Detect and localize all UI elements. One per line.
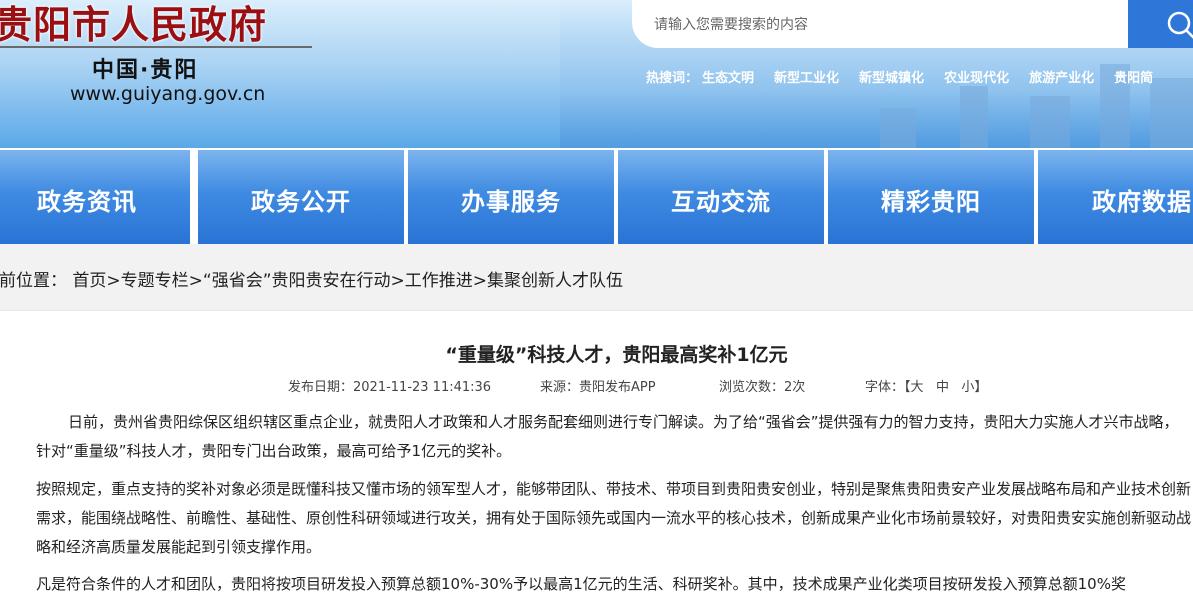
site-logo-title[interactable]: 贵阳市人民政府 xyxy=(0,0,267,49)
publish-date: 发布日期：2021-11-23 11:41:36 xyxy=(288,380,492,395)
hot-term-link[interactable]: 旅游产业化 xyxy=(1029,71,1094,86)
search-icon xyxy=(1167,11,1193,39)
nav-item-services[interactable]: 办事服务 xyxy=(408,150,614,244)
site-header: 贵阳市人民政府 中国·贵阳 www.guiyang.gov.cn 热搜词：生态文… xyxy=(0,0,1193,148)
nav-item-interaction[interactable]: 互动交流 xyxy=(618,150,824,244)
building-silhouette xyxy=(1030,96,1070,148)
font-small-button[interactable]: 小 xyxy=(961,380,974,395)
building-silhouette xyxy=(960,86,988,148)
nav-item-government-data[interactable]: 政府数据 xyxy=(1038,150,1193,244)
article-source: 来源：贵阳发布APP xyxy=(540,380,656,395)
hot-term-link[interactable]: 生态文明 xyxy=(702,71,754,86)
font-size-selector: 字体：【大 中 小】 xyxy=(865,376,987,395)
article-paragraph: 按照规定，重点支持的奖补对象必须是既懂科技又懂市场的领军型人才，能够带团队、带技… xyxy=(36,480,1192,556)
hot-term-link[interactable]: 新型工业化 xyxy=(774,71,839,86)
building-silhouette xyxy=(880,108,916,148)
search-button[interactable] xyxy=(1128,0,1193,48)
article-title: “重量级”科技人才，贵阳最高奖补1亿元 xyxy=(445,344,788,366)
breadcrumb-bar: 当前位置： 首页>专题专栏>“强省会”贵阳贵安在行动>工作推进>集聚创新人才队伍 xyxy=(0,244,1193,311)
building-silhouette xyxy=(1150,78,1193,148)
font-size-label: 字体：【 xyxy=(865,380,911,395)
site-url: www.guiyang.gov.cn xyxy=(70,83,266,105)
hot-term-link[interactable]: 新型城镇化 xyxy=(859,71,924,86)
nav-item-guiyang[interactable]: 精彩贵阳 xyxy=(828,150,1034,244)
hot-search-terms: 热搜词： 生态文明 新型工业化 新型城镇化 农业现代化 旅游产业化 贵阳简 xyxy=(646,67,1173,86)
nav-item-public-affairs[interactable]: 政务公开 xyxy=(198,150,404,244)
font-size-bracket: 】 xyxy=(974,380,988,395)
view-count: 浏览次数：2次 xyxy=(719,380,806,395)
breadcrumb[interactable]: 当前位置： 首页>专题专栏>“强省会”贵阳贵安在行动>工作推进>集聚创新人才队伍 xyxy=(0,266,623,291)
logo-divider xyxy=(0,46,312,48)
main-nav: 政务资讯 政务公开 办事服务 互动交流 精彩贵阳 政府数据 xyxy=(0,148,1193,244)
hot-search-label: 热搜词： xyxy=(646,71,699,86)
hot-term-link[interactable]: 农业现代化 xyxy=(944,71,1009,86)
font-medium-button[interactable]: 中 xyxy=(936,380,949,395)
nav-item-news[interactable]: 政务资讯 xyxy=(0,150,190,244)
article-paragraph: 凡是符合条件的人才和团队，贵阳将按项目研发投入预算总额10%-30%予以最高1亿… xyxy=(36,575,1126,593)
hot-term-link[interactable]: 贵阳简 xyxy=(1114,71,1153,86)
site-logo-subtitle: 中国·贵阳 xyxy=(92,58,199,83)
font-large-button[interactable]: 大 xyxy=(911,380,924,395)
article-paragraph: 日前，贵州省贵阳综保区组织辖区重点企业，就贵阳人才政策和人才服务配套细则进行专门… xyxy=(36,413,1179,460)
search-bar xyxy=(632,0,1128,48)
search-input[interactable] xyxy=(652,14,1116,36)
